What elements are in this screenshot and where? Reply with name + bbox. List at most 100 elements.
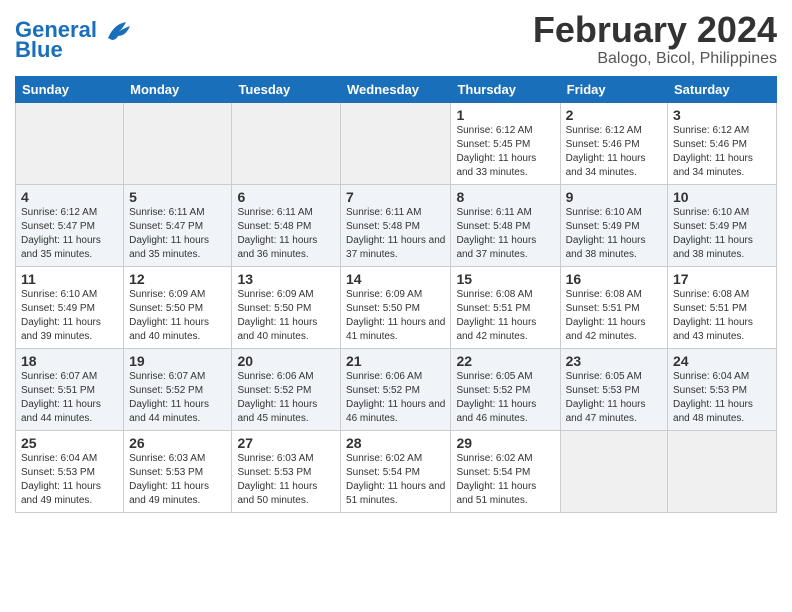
table-row: 12Sunrise: 6:09 AMSunset: 5:50 PMDayligh… (124, 266, 232, 348)
table-row: 25Sunrise: 6:04 AMSunset: 5:53 PMDayligh… (16, 430, 124, 512)
day-info: Sunrise: 6:03 AMSunset: 5:53 PMDaylight:… (129, 452, 226, 508)
sunset-label: Sunset: 5:53 PM (129, 467, 203, 478)
sunset-label: Sunset: 5:52 PM (129, 385, 203, 396)
table-row: 6Sunrise: 6:11 AMSunset: 5:48 PMDaylight… (232, 184, 341, 266)
sunrise-label: Sunrise: 6:11 AM (129, 207, 204, 218)
calendar-week-row: 25Sunrise: 6:04 AMSunset: 5:53 PMDayligh… (16, 430, 777, 512)
daylight-label: Daylight: 11 hours and 33 minutes. (456, 153, 536, 178)
table-row: 27Sunrise: 6:03 AMSunset: 5:53 PMDayligh… (232, 430, 341, 512)
day-number: 3 (673, 107, 771, 123)
table-row: 9Sunrise: 6:10 AMSunset: 5:49 PMDaylight… (560, 184, 667, 266)
day-number: 26 (129, 435, 226, 451)
day-info: Sunrise: 6:06 AMSunset: 5:52 PMDaylight:… (346, 370, 445, 426)
table-row (232, 102, 341, 184)
day-number: 21 (346, 353, 445, 369)
col-thursday: Thursday (451, 76, 560, 102)
day-info: Sunrise: 6:11 AMSunset: 5:48 PMDaylight:… (346, 206, 445, 262)
sunrise-label: Sunrise: 6:11 AM (456, 207, 531, 218)
day-number: 4 (21, 189, 118, 205)
sunset-label: Sunset: 5:48 PM (346, 221, 420, 232)
day-number: 8 (456, 189, 554, 205)
daylight-label: Daylight: 11 hours and 42 minutes. (566, 317, 646, 342)
sunrise-label: Sunrise: 6:08 AM (673, 289, 749, 300)
table-row (560, 430, 667, 512)
daylight-label: Daylight: 11 hours and 46 minutes. (346, 399, 445, 424)
sunset-label: Sunset: 5:53 PM (673, 385, 747, 396)
day-number: 29 (456, 435, 554, 451)
day-info: Sunrise: 6:10 AMSunset: 5:49 PMDaylight:… (21, 288, 118, 344)
sunrise-label: Sunrise: 6:07 AM (21, 371, 97, 382)
sunrise-label: Sunrise: 6:12 AM (673, 125, 749, 136)
daylight-label: Daylight: 11 hours and 37 minutes. (456, 235, 536, 260)
table-row: 2Sunrise: 6:12 AMSunset: 5:46 PMDaylight… (560, 102, 667, 184)
day-number: 24 (673, 353, 771, 369)
calendar-table: Sunday Monday Tuesday Wednesday Thursday… (15, 76, 777, 513)
day-number: 18 (21, 353, 118, 369)
sunrise-label: Sunrise: 6:03 AM (129, 453, 205, 464)
table-row (341, 102, 451, 184)
table-row: 18Sunrise: 6:07 AMSunset: 5:51 PMDayligh… (16, 348, 124, 430)
sunset-label: Sunset: 5:54 PM (346, 467, 420, 478)
sunset-label: Sunset: 5:47 PM (129, 221, 203, 232)
day-info: Sunrise: 6:04 AMSunset: 5:53 PMDaylight:… (673, 370, 771, 426)
col-friday: Friday (560, 76, 667, 102)
sunrise-label: Sunrise: 6:10 AM (21, 289, 97, 300)
day-number: 28 (346, 435, 445, 451)
sunrise-label: Sunrise: 6:06 AM (346, 371, 422, 382)
day-info: Sunrise: 6:04 AMSunset: 5:53 PMDaylight:… (21, 452, 118, 508)
table-row: 20 Sunrise: 6:06 AM Sunset: 5:52 PM Dayligh… (232, 348, 341, 430)
table-row: 3Sunrise: 6:12 AMSunset: 5:46 PMDaylight… (668, 102, 777, 184)
table-row: 8Sunrise: 6:11 AMSunset: 5:48 PMDaylight… (451, 184, 560, 266)
sunrise-label: Sunrise: 6:12 AM (456, 125, 532, 136)
day-number: 20 (237, 353, 335, 369)
day-info: Sunrise: 6:02 AM Sunset: 5:54 PM Daylight:… (346, 452, 445, 508)
sunset-label: Sunset: 5:49 PM (673, 221, 747, 232)
day-info: Sunrise: 6:12 AMSunset: 5:45 PMDaylight:… (456, 124, 554, 180)
sunrise-label: Sunrise: 6:12 AM (21, 207, 97, 218)
sunset-label: Sunset: 5:50 PM (129, 303, 203, 314)
daylight-label: Daylight: 11 hours and 46 minutes. (456, 399, 536, 424)
sunrise-label: Sunrise: 6:05 AM (566, 371, 642, 382)
sunrise-label: Sunrise: 6:02 AM (346, 453, 422, 464)
table-row: 13Sunrise: 6:09 AMSunset: 5:50 PMDayligh… (232, 266, 341, 348)
day-info: Sunrise: 6:07 AMSunset: 5:51 PMDaylight:… (21, 370, 118, 426)
day-info: Sunrise: 6:08 AM Sunset: 5:51 PM Daylight:… (566, 288, 662, 344)
table-row (16, 102, 124, 184)
col-saturday: Saturday (668, 76, 777, 102)
location-title: Balogo, Bicol, Philippines (533, 50, 777, 68)
logo: General Blue (15, 18, 132, 62)
day-number: 23 (566, 353, 662, 369)
sunrise-label: Sunrise: 6:03 AM (237, 453, 313, 464)
day-info: Sunrise: 6:02 AMSunset: 5:54 PMDaylight:… (456, 452, 554, 508)
day-number: 19 (129, 353, 226, 369)
daylight-label: Daylight: 11 hours and 45 minutes. (237, 399, 317, 424)
sunrise-label: Sunrise: 6:09 AM (346, 289, 422, 300)
title-area: February 2024 Balogo, Bicol, Philippines (533, 10, 777, 68)
day-info: Sunrise: 6:11 AMSunset: 5:48 PMDaylight:… (237, 206, 335, 262)
sunrise-label: Sunrise: 6:06 AM (237, 371, 313, 382)
sunset-label: Sunset: 5:52 PM (237, 385, 311, 396)
daylight-label: Daylight: 11 hours and 37 minutes. (346, 235, 445, 260)
day-info: Sunrise: 6:07 AMSunset: 5:52 PMDaylight:… (129, 370, 226, 426)
day-number: 15 (456, 271, 554, 287)
calendar-week-row: 1Sunrise: 6:12 AMSunset: 5:45 PMDaylight… (16, 102, 777, 184)
daylight-label: Daylight: 11 hours and 35 minutes. (129, 235, 209, 260)
sunrise-label: Sunrise: 6:07 AM (129, 371, 205, 382)
day-info: Sunrise: 6:03 AMSunset: 5:53 PMDaylight:… (237, 452, 335, 508)
table-row: 15Sunrise: 6:08 AMSunset: 5:51 PMDayligh… (451, 266, 560, 348)
table-row: 29Sunrise: 6:02 AMSunset: 5:54 PMDayligh… (451, 430, 560, 512)
daylight-label: Daylight: 11 hours and 39 minutes. (21, 317, 101, 342)
sunset-label: Sunset: 5:51 PM (566, 303, 640, 314)
daylight-label: Daylight: 11 hours and 51 minutes. (346, 481, 445, 506)
day-info: Sunrise: 6:10 AMSunset: 5:49 PMDaylight:… (566, 206, 662, 262)
daylight-label: Daylight: 11 hours and 48 minutes. (673, 399, 753, 424)
sunrise-label: Sunrise: 6:02 AM (456, 453, 532, 464)
sunset-label: Sunset: 5:51 PM (21, 385, 95, 396)
col-wednesday: Wednesday (341, 76, 451, 102)
daylight-label: Daylight: 11 hours and 38 minutes. (566, 235, 646, 260)
sunset-label: Sunset: 5:52 PM (456, 385, 530, 396)
sunrise-label: Sunrise: 6:08 AM (566, 289, 642, 300)
sunrise-label: Sunrise: 6:09 AM (237, 289, 313, 300)
sunrise-label: Sunrise: 6:08 AM (456, 289, 532, 300)
table-row: 21Sunrise: 6:06 AMSunset: 5:52 PMDayligh… (341, 348, 451, 430)
